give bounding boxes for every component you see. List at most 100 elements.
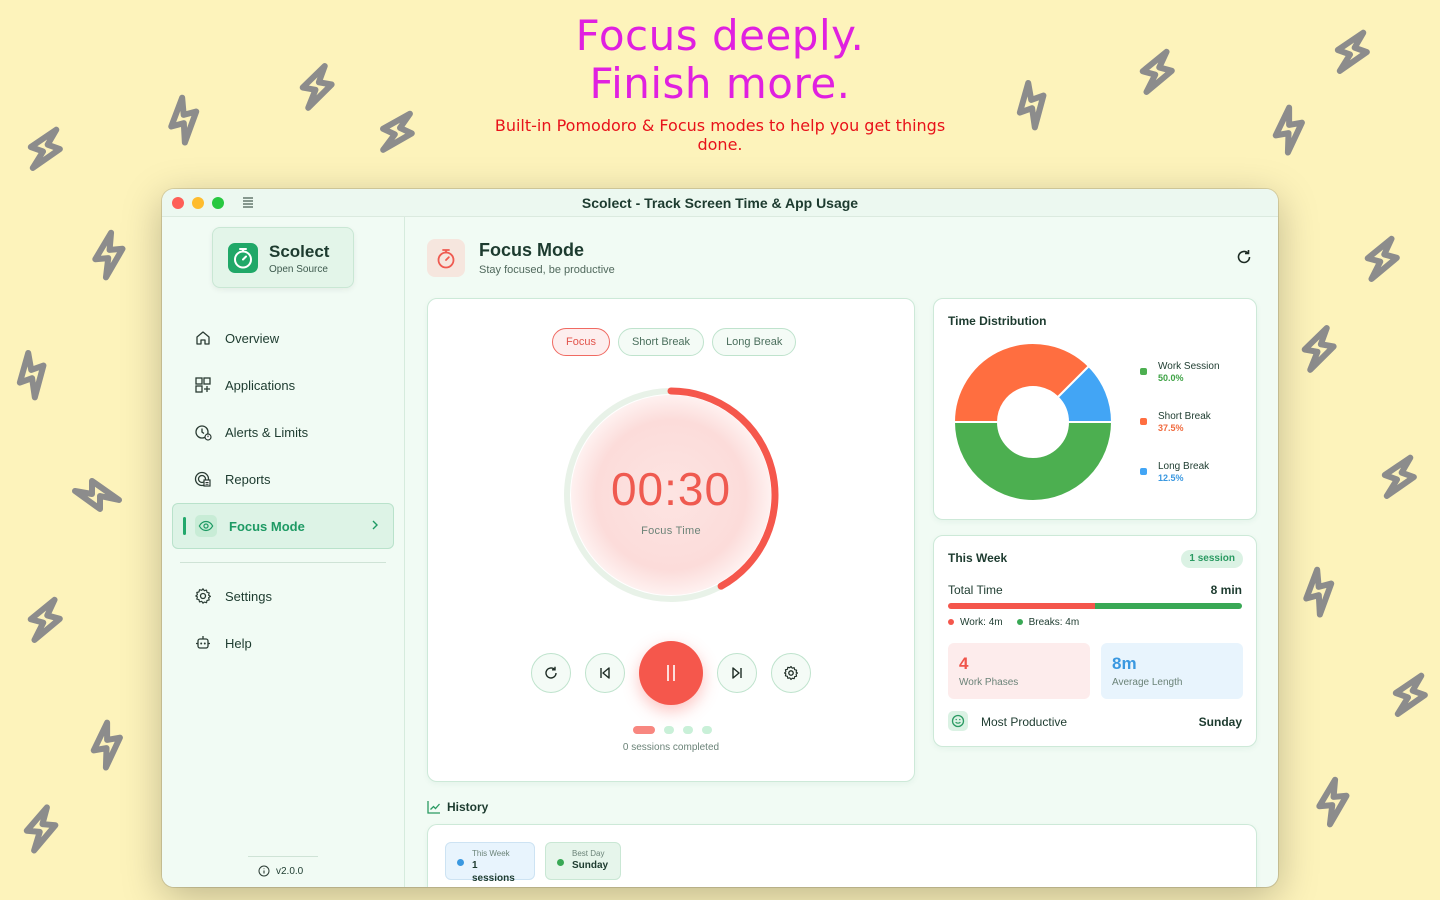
sessions-completed: 0 sessions completed — [622, 742, 720, 753]
history-header: History — [427, 800, 488, 814]
distribution-legend: Work Session 50.0% Short Break 37.5% Lon… — [1140, 361, 1220, 511]
sidebar-item-alerts[interactable]: Alerts & Limits — [172, 409, 394, 455]
refresh-icon[interactable] — [1234, 247, 1254, 267]
legend-name: Long Break — [1158, 461, 1210, 472]
break-bar-segment — [1095, 603, 1242, 609]
work-phases-label: Work Phases — [959, 677, 1019, 688]
timer-controls — [531, 641, 811, 705]
session-count-badge: 1 session — [1181, 550, 1243, 568]
page-subtitle: Stay focused, be productive — [479, 264, 615, 276]
title-bar: Scolect - Track Screen Time & App Usage — [162, 189, 1278, 217]
mode-selector: Focus Short Break Long Break — [552, 328, 797, 356]
chip-key: This Week — [472, 849, 510, 858]
app-window: Scolect - Track Screen Time & App Usage … — [162, 189, 1278, 887]
legend-swatch — [1140, 468, 1147, 475]
average-length-label: Average Length — [1112, 677, 1183, 688]
sidebar: Scolect Open Source Overview Application… — [162, 217, 405, 887]
next-button[interactable] — [717, 653, 757, 693]
home-icon — [196, 331, 210, 345]
legend-item-short-break: Short Break 37.5% — [1140, 411, 1220, 461]
lightning-bolt-icon — [1304, 773, 1363, 832]
sidebar-item-settings[interactable]: Settings — [172, 573, 394, 619]
total-time-label: Total Time — [948, 583, 1003, 597]
total-time-value: 8 min — [1210, 583, 1242, 597]
gear-icon — [783, 665, 799, 681]
timer-icon — [427, 239, 465, 277]
lightning-bolt-icon — [1258, 99, 1321, 162]
work-phases-value: 4 — [959, 654, 969, 673]
zoom-window-button[interactable] — [212, 197, 224, 209]
timer-label: Focus Time — [641, 525, 701, 537]
sidebar-item-reports[interactable]: Reports — [172, 456, 394, 502]
week-title: This Week — [948, 551, 1008, 565]
history-card: This Week 1 sessions Best Day Sunday — [427, 824, 1257, 887]
sidebar-nav: Overview Applications Alerts & Limits Re… — [172, 315, 394, 667]
window-controls — [172, 197, 224, 209]
main-content: Focus Mode Stay focused, be productive F… — [406, 217, 1278, 887]
pause-icon — [667, 665, 675, 681]
mode-focus-button[interactable]: Focus — [552, 328, 610, 356]
sidebar-item-label: Applications — [225, 377, 296, 393]
eye-icon — [195, 515, 217, 537]
sidebar-item-label: Alerts & Limits — [225, 424, 309, 440]
skip-forward-icon — [732, 667, 742, 679]
most-productive-value: Sunday — [1198, 715, 1242, 729]
lightning-bolt-icon — [1288, 318, 1351, 381]
trend-chart-icon — [427, 801, 440, 814]
work-bar-segment — [948, 603, 1095, 609]
smile-icon — [948, 711, 968, 731]
lightning-bolt-icon — [1286, 559, 1352, 625]
history-title: History — [447, 800, 489, 814]
lightning-bolt-icon — [1375, 660, 1440, 729]
timer-settings-button[interactable] — [771, 653, 811, 693]
help-icon — [196, 636, 210, 649]
previous-button[interactable] — [585, 653, 625, 693]
sidebar-divider — [180, 562, 386, 563]
legend-pct: 37.5% — [1158, 423, 1184, 433]
pause-button[interactable] — [639, 641, 703, 705]
close-window-button[interactable] — [172, 197, 184, 209]
brand-card: Scolect Open Source — [212, 227, 354, 288]
lightning-bolt-icon — [76, 714, 139, 777]
work-break-bar — [948, 603, 1242, 609]
lightning-bolt-icon — [70, 468, 124, 522]
lightning-bolt-icon — [1364, 442, 1433, 511]
promo-subtext: Built-in Pomodoro & Focus modes to help … — [494, 116, 946, 154]
work-split: Work: 4m — [948, 617, 1003, 628]
promo-headline-line2: Finish more. — [589, 59, 851, 108]
promo-header: Focus deeply. Finish more. Built-in Pomo… — [0, 11, 1440, 155]
session-dot — [633, 726, 655, 734]
mode-long-break-button[interactable]: Long Break — [712, 328, 797, 356]
lightning-bolt-icon — [80, 226, 139, 285]
chip-value: Sunday — [572, 860, 609, 871]
sidebar-item-label: Settings — [225, 588, 272, 604]
chip-dot — [557, 859, 564, 866]
lightning-bolt-icon — [12, 587, 78, 653]
minimize-window-button[interactable] — [192, 197, 204, 209]
work-phases-stat: 4 Work Phases — [948, 643, 1090, 699]
lightning-bolt-icon — [0, 340, 67, 409]
mode-short-break-button[interactable]: Short Break — [617, 328, 705, 356]
legend-pct: 50.0% — [1158, 373, 1184, 383]
page-title: Focus Mode — [479, 240, 585, 260]
sidebar-item-label: Help — [225, 635, 252, 651]
sidebar-item-focus-mode[interactable]: Focus Mode — [172, 503, 394, 549]
sidebar-item-overview[interactable]: Overview — [172, 315, 394, 361]
clock-alert-icon — [195, 425, 212, 441]
brand-subtitle: Open Source — [269, 264, 328, 275]
sidebar-item-help[interactable]: Help — [172, 620, 394, 666]
promo-headline-line1: Focus deeply. — [575, 11, 865, 60]
timer-display: 00:30 — [610, 463, 732, 515]
sidebar-item-applications[interactable]: Applications — [172, 362, 394, 408]
session-dot — [702, 726, 712, 734]
chevron-right-icon — [372, 520, 378, 530]
sidebar-item-label: Reports — [225, 471, 271, 487]
reports-icon — [194, 471, 211, 487]
stopwatch-logo-icon — [228, 243, 258, 273]
reset-button[interactable] — [531, 653, 571, 693]
version-label: v2.0.0 — [276, 865, 304, 877]
lightning-bolt-icon — [286, 56, 349, 119]
donut-slice-work-session — [952, 421, 1114, 502]
sidebar-item-label: Focus Mode — [229, 518, 305, 534]
sidebar-toggle-icon[interactable] — [242, 196, 254, 208]
